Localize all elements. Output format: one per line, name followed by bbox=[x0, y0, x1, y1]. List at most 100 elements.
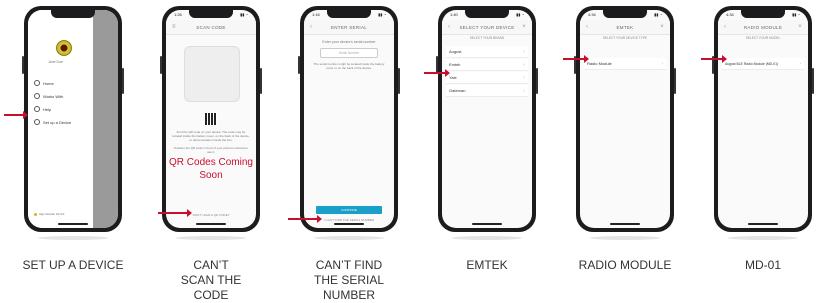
home-indicator bbox=[58, 223, 88, 225]
notch bbox=[51, 10, 95, 18]
step-caption: CAN’T FIND THE SERIAL NUMBER bbox=[313, 258, 385, 302]
back-icon[interactable]: ‹ bbox=[448, 24, 450, 30]
list-item-yale[interactable]: Yale › bbox=[446, 72, 528, 84]
notch bbox=[327, 10, 371, 18]
menu-label: Works With bbox=[43, 93, 64, 99]
status-time: 4:34 bbox=[726, 12, 734, 17]
app-version: App Version 10.0.0 bbox=[34, 212, 64, 216]
home-indicator bbox=[610, 223, 640, 225]
step-caption: SET UP A DEVICE bbox=[22, 258, 124, 272]
status-time: 1:26 bbox=[174, 12, 182, 17]
chevron-right-icon: › bbox=[799, 60, 801, 67]
list-item-august[interactable]: August › bbox=[446, 46, 528, 58]
nav-title: RADIO MODULE bbox=[743, 24, 783, 30]
phone-enter-serial: 1:16 ▮▮ ◔ ‹ ENTER SERIAL Enter your device… bbox=[298, 6, 400, 232]
list-item-gateman[interactable]: Gateman › bbox=[446, 85, 528, 97]
side-menu: Jane Doe Home Works With Help Set up a D… bbox=[28, 10, 94, 228]
user-name: Jane Doe bbox=[48, 60, 63, 64]
screen-menu: Jane Doe Home Works With Help Set up a D… bbox=[28, 10, 118, 228]
home-icon bbox=[34, 80, 40, 86]
chevron-right-icon: › bbox=[523, 74, 525, 81]
highlight-arrow bbox=[701, 55, 727, 63]
close-icon[interactable]: × bbox=[660, 24, 664, 30]
highlight-arrow bbox=[4, 111, 28, 119]
list-item-label: Radio Module bbox=[587, 61, 612, 66]
nav-bar: ‹ SELECT YOUR DEVICE × bbox=[442, 20, 532, 35]
signal-icon: ▮▮ ◔ bbox=[516, 12, 524, 17]
status-time: 4:34 bbox=[588, 12, 596, 17]
menu-icon[interactable]: ≡ bbox=[172, 24, 176, 30]
menu-label: Help bbox=[43, 106, 52, 112]
list-item-label: Yale bbox=[449, 75, 457, 80]
continue-button[interactable]: CONTINUE bbox=[316, 206, 382, 214]
phone-shadow bbox=[176, 236, 246, 240]
screen-scan-code: 1:26 ▮▮ ◔ ≡ SCAN CODE Find the QR code on … bbox=[166, 10, 256, 228]
menu-item-home[interactable]: Home bbox=[34, 80, 54, 86]
notch bbox=[741, 10, 785, 18]
home-indicator bbox=[196, 223, 226, 225]
screen-radio-module: 4:34 ▮▮ ◔ ‹ RADIO MODULE × SELECT YOUR MODE… bbox=[718, 10, 808, 228]
home-indicator bbox=[472, 223, 502, 225]
home-indicator bbox=[748, 223, 778, 225]
serial-note: The serial number might be located insid… bbox=[313, 62, 385, 70]
scan-instructions-2: Position the QR code in front of your ph… bbox=[174, 146, 248, 154]
menu-item-works-with[interactable]: Works With bbox=[34, 93, 63, 99]
phone-shadow bbox=[590, 236, 660, 240]
scan-instructions: Find the QR code on your device. The cod… bbox=[172, 130, 250, 142]
list-item-label: August BLE Radio Module (MD-01) bbox=[725, 61, 779, 66]
highlight-arrow bbox=[563, 55, 589, 63]
phone-set-up-device: Jane Doe Home Works With Help Set up a D… bbox=[22, 6, 124, 232]
step-caption: EMTEK bbox=[466, 258, 508, 272]
plus-circle-icon bbox=[34, 119, 40, 125]
step-caption: CAN’T SCAN THE CODE bbox=[180, 258, 242, 302]
close-icon[interactable]: × bbox=[522, 24, 526, 30]
phone-shadow bbox=[38, 236, 108, 240]
list-item-md-01[interactable]: August BLE Radio Module (MD-01) › bbox=[722, 58, 804, 70]
notch bbox=[603, 10, 647, 18]
nav-title: SELECT YOUR DEVICE bbox=[459, 24, 515, 30]
chevron-right-icon: › bbox=[661, 60, 663, 67]
back-icon[interactable]: ‹ bbox=[310, 24, 312, 30]
nav-title: SCAN CODE bbox=[196, 24, 226, 30]
phone-shadow bbox=[452, 236, 522, 240]
phone-scan-code: 1:26 ▮▮ ◔ ≡ SCAN CODE Find the QR code on … bbox=[160, 6, 262, 232]
nav-title: ENTER SERIAL bbox=[330, 24, 368, 30]
signal-icon: ▮▮ ◔ bbox=[240, 12, 248, 17]
help-icon bbox=[34, 106, 40, 112]
signal-icon: ▮▮ ◔ bbox=[654, 12, 662, 17]
highlight-arrow bbox=[424, 69, 450, 77]
nav-title: EMTEK bbox=[616, 24, 634, 30]
back-icon[interactable]: ‹ bbox=[586, 24, 588, 30]
app-logo-icon bbox=[34, 212, 37, 216]
phone-select-device: 1:40 ▮▮ ◔ ‹ SELECT YOUR DEVICE × SELECT YOU… bbox=[436, 6, 538, 232]
dimmed-overlay[interactable] bbox=[92, 10, 118, 228]
chevron-right-icon: › bbox=[523, 48, 525, 55]
globe-icon bbox=[34, 93, 40, 99]
notch bbox=[465, 10, 509, 18]
signal-icon: ▮▮ ◔ bbox=[378, 12, 386, 17]
menu-label: Home bbox=[43, 80, 54, 86]
close-icon[interactable]: × bbox=[798, 24, 802, 30]
list-item-emtek[interactable]: Emtek › bbox=[446, 59, 528, 71]
list-subtitle: SELECT YOUR BRAND bbox=[469, 36, 505, 40]
phone-emtek: 4:34 ▮▮ ◔ ‹ EMTEK × SELECT YOUR DEVICE TYPE… bbox=[574, 6, 676, 232]
status-time: 1:40 bbox=[450, 12, 458, 17]
notch bbox=[189, 10, 233, 18]
app-version-text: App Version 10.0.0 bbox=[39, 212, 65, 216]
serial-number-input[interactable]: Serial Number bbox=[320, 48, 378, 58]
list-item-radio-module[interactable]: Radio Module › bbox=[584, 58, 666, 70]
menu-item-set-up-device[interactable]: Set up a Device bbox=[34, 119, 71, 125]
screen-emtek: 4:34 ▮▮ ◔ ‹ EMTEK × SELECT YOUR DEVICE TYPE… bbox=[580, 10, 670, 228]
highlight-arrow bbox=[288, 215, 322, 223]
highlight-arrow bbox=[158, 209, 192, 217]
list-item-label: August bbox=[449, 49, 462, 54]
menu-item-help[interactable]: Help bbox=[34, 106, 51, 112]
back-icon[interactable]: ‹ bbox=[724, 24, 726, 30]
home-indicator bbox=[334, 223, 364, 225]
menu-label: Set up a Device bbox=[43, 119, 72, 125]
screen-enter-serial: 1:16 ▮▮ ◔ ‹ ENTER SERIAL Enter your device… bbox=[304, 10, 394, 228]
list-subtitle: SELECT YOUR MODEL bbox=[745, 36, 781, 40]
nav-bar: ‹ EMTEK × bbox=[580, 20, 670, 35]
chevron-right-icon: › bbox=[523, 87, 525, 94]
avatar bbox=[56, 40, 72, 56]
